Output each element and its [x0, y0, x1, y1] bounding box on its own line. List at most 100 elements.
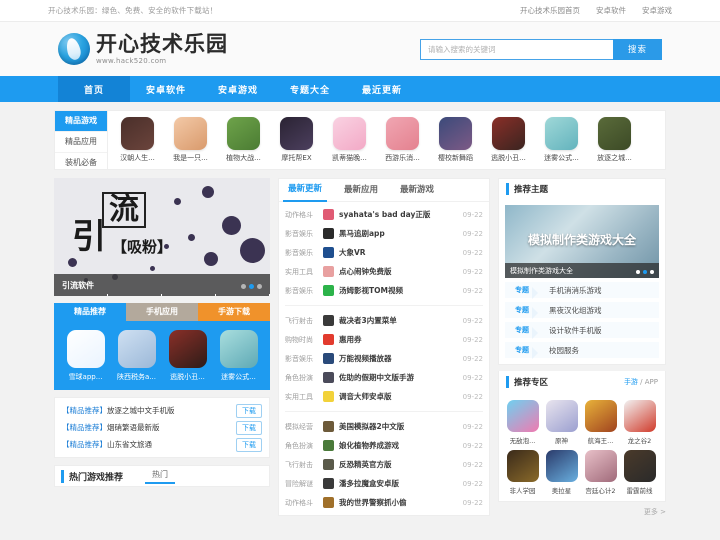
- zone-filter[interactable]: 手游 / APP: [624, 377, 658, 387]
- recommend-app-item[interactable]: 迷雾公式...: [215, 330, 263, 382]
- row-title[interactable]: 惠用券: [339, 334, 458, 345]
- promo-banner[interactable]: 流 引 【吸粉】 引流软件: [54, 178, 270, 296]
- top-link-android-games[interactable]: 安卓游戏: [642, 5, 672, 16]
- row-title[interactable]: 万能视频播放器: [339, 353, 458, 364]
- latest-list-row[interactable]: 影音娱乐 汤姆影视TOM视频 09-22: [279, 281, 489, 300]
- row-category[interactable]: 角色扮演: [285, 373, 318, 383]
- row-title[interactable]: 潘多拉魔盒安卓版: [339, 478, 458, 489]
- top-link-home[interactable]: 开心技术乐园首页: [520, 5, 580, 16]
- latest-list-row[interactable]: 影音娱乐 大象VR 09-22: [279, 243, 489, 262]
- download-button[interactable]: 下载: [236, 403, 262, 418]
- download-row[interactable]: 【精品推荐】山东省文旅通 下载: [62, 436, 262, 453]
- latest-list-row[interactable]: 购物时尚 惠用券 09-22: [279, 330, 489, 349]
- zone-game-item[interactable]: 原神: [544, 400, 579, 445]
- row-category[interactable]: 影音娱乐: [285, 354, 318, 364]
- top-link-android-software[interactable]: 安卓软件: [596, 5, 626, 16]
- zone-filter-active[interactable]: 手游: [624, 378, 638, 386]
- row-title[interactable]: 汤姆影视TOM视频: [339, 285, 458, 296]
- latest-list-row[interactable]: 飞行射击 反恐精英官方版 09-22: [279, 455, 489, 474]
- tab-mobile-apps[interactable]: 手机应用: [126, 303, 198, 321]
- tab-latest-updates[interactable]: 最新更新: [283, 178, 328, 202]
- row-title[interactable]: 反恐精英官方版: [339, 459, 458, 470]
- row-category[interactable]: 实用工具: [285, 267, 318, 277]
- zone-filter-other[interactable]: APP: [645, 378, 658, 386]
- more-link[interactable]: 更多 >: [644, 508, 666, 516]
- topic-label[interactable]: 校园服务: [539, 345, 579, 356]
- latest-list-row[interactable]: 角色扮演 佐助的假期中文版手游 09-22: [279, 368, 489, 387]
- row-category[interactable]: 冒险解谜: [285, 479, 318, 489]
- category-app-item[interactable]: 植物大战...: [218, 117, 269, 163]
- topic-bullet-2[interactable]: [643, 270, 647, 274]
- row-category[interactable]: 影音娱乐: [285, 286, 318, 296]
- row-category[interactable]: 实用工具: [285, 392, 318, 402]
- row-title[interactable]: 娘化植物养成游戏: [339, 440, 458, 451]
- topic-row[interactable]: 专题 校园服务: [505, 342, 659, 359]
- nav-item-recent-updates[interactable]: 最近更新: [346, 76, 418, 102]
- topic-bullet-1[interactable]: [636, 270, 640, 274]
- latest-list-row[interactable]: 飞行射击 裁决者3内置菜单 09-22: [279, 311, 489, 330]
- hot-games-subtab[interactable]: 热门: [145, 469, 176, 484]
- row-category[interactable]: 动作格斗: [285, 498, 318, 508]
- topic-label[interactable]: 设计软件手机版: [539, 325, 602, 336]
- topic-row[interactable]: 专题 黑夜汉化组游戏: [505, 302, 659, 319]
- category-app-item[interactable]: 西游乐消...: [377, 117, 428, 163]
- row-title[interactable]: 点心闹钟免费版: [339, 266, 458, 277]
- row-category[interactable]: 影音娱乐: [285, 229, 318, 239]
- download-row[interactable]: 【精品推荐】烟硝繁语最新版 下载: [62, 419, 262, 436]
- latest-list-row[interactable]: 冒险解谜 潘多拉魔盒安卓版 09-22: [279, 474, 489, 493]
- topic-label[interactable]: 黑夜汉化组游戏: [539, 305, 602, 316]
- brand[interactable]: 开心技术乐园 www.hack520.com: [58, 33, 228, 65]
- tab-mobile-game-download[interactable]: 手游下载: [198, 303, 270, 321]
- zone-game-item[interactable]: 宫廷心计2: [583, 450, 618, 495]
- latest-list-row[interactable]: 影音娱乐 黑马追剧app 09-22: [279, 224, 489, 243]
- row-title[interactable]: syahata's bad day正版: [339, 209, 458, 220]
- nav-item-topics[interactable]: 专题大全: [274, 76, 346, 102]
- row-category[interactable]: 飞行射击: [285, 460, 318, 470]
- topic-row[interactable]: 专题 手机消消乐游戏: [505, 282, 659, 299]
- zone-game-item[interactable]: 奥拉星: [544, 450, 579, 495]
- category-app-item[interactable]: 我是一只...: [165, 117, 216, 163]
- tab-quality-recommend[interactable]: 精品推荐: [54, 303, 126, 321]
- topic-label[interactable]: 手机消消乐游戏: [539, 285, 602, 296]
- latest-list-row[interactable]: 动作格斗 我的世界警察抓小偷 09-22: [279, 493, 489, 512]
- category-menu-item-quality-games[interactable]: 精品游戏: [55, 111, 107, 132]
- row-title[interactable]: 调音大师安卓版: [339, 391, 458, 402]
- nav-item-android-software[interactable]: 安卓软件: [130, 76, 202, 102]
- topic-thumbnail[interactable]: 模拟制作类游戏大全 模拟制作类游戏大全: [505, 205, 659, 278]
- category-app-item[interactable]: 凯蒂猫晚...: [324, 117, 375, 163]
- nav-item-home[interactable]: 首页: [58, 76, 130, 102]
- category-app-item[interactable]: 逃脱小丑...: [483, 117, 534, 163]
- recommend-app-item[interactable]: 陕西税务a...: [113, 330, 161, 382]
- row-title[interactable]: 大象VR: [339, 247, 458, 258]
- category-menu-item-essentials[interactable]: 装机必备: [55, 153, 107, 174]
- row-title[interactable]: 裁决者3内置菜单: [339, 315, 458, 326]
- zone-game-item[interactable]: 龙之谷2: [622, 400, 657, 445]
- category-app-item[interactable]: 汉朝人生...: [112, 117, 163, 163]
- topic-row[interactable]: 专题 设计软件手机版: [505, 322, 659, 339]
- latest-list-row[interactable]: 影音娱乐 万能视频播放器 09-22: [279, 349, 489, 368]
- recommend-app-item[interactable]: 雪球app...: [62, 330, 110, 382]
- banner-bullet-1[interactable]: [241, 284, 246, 289]
- latest-list-row[interactable]: 实用工具 调音大师安卓版 09-22: [279, 387, 489, 406]
- download-button[interactable]: 下载: [236, 420, 262, 435]
- nav-item-android-games[interactable]: 安卓游戏: [202, 76, 274, 102]
- tab-latest-games[interactable]: 最新游戏: [395, 179, 439, 201]
- latest-list-row[interactable]: 实用工具 点心闹钟免费版 09-22: [279, 262, 489, 281]
- row-category[interactable]: 飞行射击: [285, 316, 318, 326]
- row-category[interactable]: 动作格斗: [285, 210, 318, 220]
- search-input[interactable]: [420, 38, 613, 60]
- search-button[interactable]: 搜索: [613, 38, 662, 60]
- zone-game-item[interactable]: 雷霆前线: [622, 450, 657, 495]
- category-app-item[interactable]: 摩托帮EX: [271, 117, 322, 163]
- banner-bullet-3[interactable]: [257, 284, 262, 289]
- tab-latest-apps[interactable]: 最新应用: [339, 179, 383, 201]
- row-category[interactable]: 影音娱乐: [285, 248, 318, 258]
- category-app-item[interactable]: 樱校新舞蹈: [430, 117, 481, 163]
- zone-game-item[interactable]: 非人学园: [505, 450, 540, 495]
- latest-list-row[interactable]: 角色扮演 娘化植物养成游戏 09-22: [279, 436, 489, 455]
- row-category[interactable]: 购物时尚: [285, 335, 318, 345]
- banner-bullets[interactable]: [241, 284, 262, 289]
- download-row[interactable]: 【精品推荐】放逐之城中文手机版 下载: [62, 402, 262, 419]
- row-category[interactable]: 模拟经营: [285, 422, 318, 432]
- banner-bullet-2[interactable]: [249, 284, 254, 289]
